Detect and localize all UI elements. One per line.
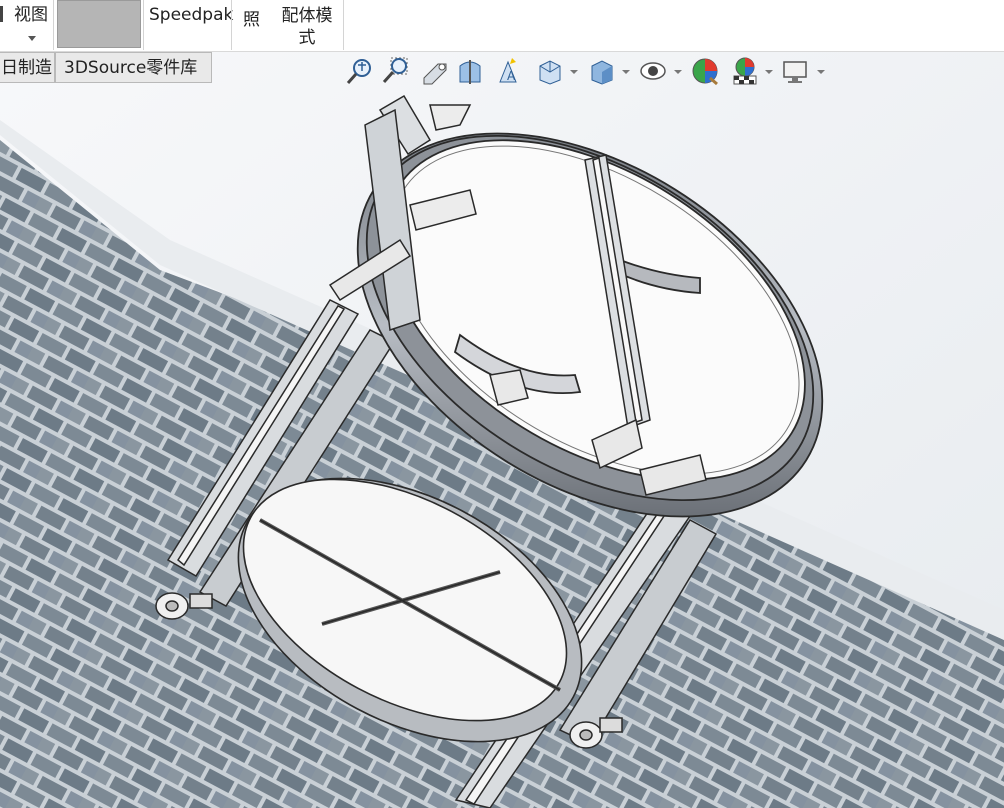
- previous-view-icon[interactable]: [420, 56, 450, 86]
- graphics-viewport[interactable]: [0, 52, 1004, 808]
- model-canvas[interactable]: [0, 52, 1004, 808]
- apply-scene-icon[interactable]: [730, 56, 760, 86]
- display-style-caret[interactable]: [622, 70, 630, 74]
- assembly-mode-label-line2: 式: [298, 28, 316, 48]
- view-menu-button[interactable]: 视图: [14, 0, 48, 25]
- hide-show-items-icon[interactable]: [638, 56, 668, 86]
- photo-label: 照: [243, 10, 260, 30]
- ribbon-edge-marker: [0, 6, 3, 22]
- tab-label: 日制造: [1, 58, 52, 78]
- svg-text:A: A: [507, 69, 516, 83]
- view-settings-icon[interactable]: [780, 56, 810, 86]
- apply-scene-caret[interactable]: [765, 70, 773, 74]
- view-orientation-caret[interactable]: [570, 70, 578, 74]
- ribbon-swatch[interactable]: [57, 0, 141, 48]
- dynamic-annotation-views-icon[interactable]: A: [494, 56, 524, 86]
- hide-show-items-caret[interactable]: [674, 70, 682, 74]
- view-orientation-icon[interactable]: [534, 56, 564, 86]
- tab-label: 3DSource零件库: [64, 58, 198, 78]
- assembly-mode-label-line1: 配体模: [281, 6, 333, 26]
- ribbon-separator: [343, 0, 344, 50]
- view-dropdown-caret[interactable]: [28, 36, 36, 41]
- zoom-to-area-icon[interactable]: [380, 56, 410, 86]
- ribbon-separator: [231, 0, 232, 50]
- zoom-to-fit-icon[interactable]: [344, 56, 374, 86]
- display-style-icon[interactable]: [586, 56, 616, 86]
- ribbon-separator: [53, 0, 54, 50]
- assembly-mode-button[interactable]: 配体模 式: [281, 5, 333, 49]
- speedpak-label: Speedpak: [149, 5, 234, 25]
- speedpak-button[interactable]: Speedpak: [149, 5, 233, 25]
- command-ribbon: 视图 Speedpak 照 配体模 式: [0, 0, 1004, 52]
- view-settings-caret[interactable]: [817, 70, 825, 74]
- photo-button[interactable]: 照: [243, 5, 260, 30]
- tab-3dsource-library[interactable]: 3DSource零件库: [55, 52, 212, 83]
- ribbon-separator: [143, 0, 144, 50]
- section-view-icon[interactable]: [456, 56, 486, 86]
- view-label: 视图: [14, 5, 48, 25]
- tab-manufacturing[interactable]: 日制造: [0, 52, 55, 83]
- edit-appearance-icon[interactable]: [690, 56, 720, 86]
